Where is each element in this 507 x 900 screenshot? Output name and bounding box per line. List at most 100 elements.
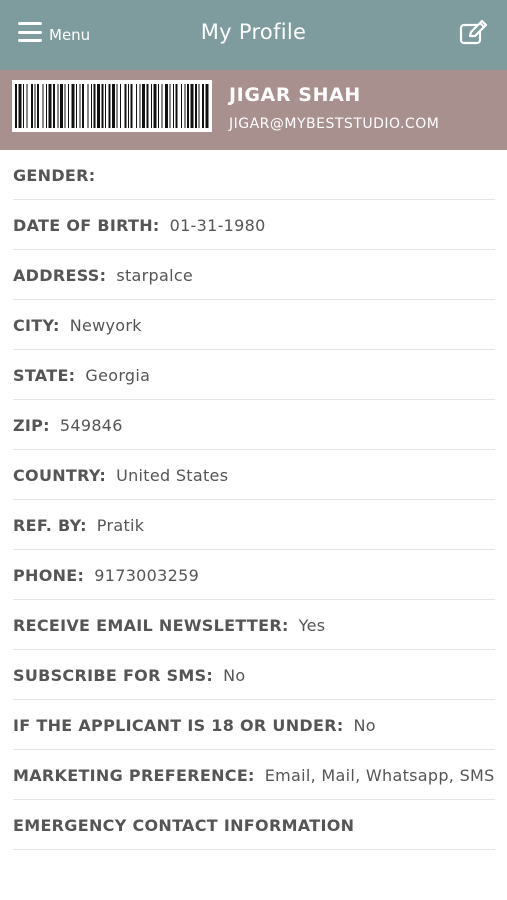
barcode-bar (205, 84, 209, 128)
barcode-bar (34, 84, 36, 128)
field-label: IF THE APPLICANT IS 18 OR UNDER: (13, 716, 344, 735)
field-label: DATE OF BIRTH: (13, 216, 160, 235)
field-label: COUNTRY: (13, 466, 107, 485)
profile-header: JIGAR SHAH JIGAR@MYBESTSTUDIO.COM (0, 70, 507, 150)
field-sms-subscription: SUBSCRIBE FOR SMS: No (13, 650, 495, 700)
field-value: Yes (298, 616, 326, 635)
barcode-bar (158, 84, 159, 128)
field-value: starpalce (116, 266, 194, 285)
field-address: ADDRESS: starpalce (13, 250, 495, 300)
field-label: ZIP: (13, 416, 50, 435)
field-date-of-birth: DATE OF BIRTH: 01-31-1980 (13, 200, 495, 250)
field-value: United States (116, 466, 229, 485)
page-title: My Profile (200, 20, 307, 44)
barcode-bar (26, 84, 28, 128)
barcode-bar (173, 84, 174, 128)
field-label: RECEIVE EMAIL NEWSLETTER: (13, 616, 289, 635)
field-emergency-contact: EMERGENCY CONTACT INFORMATION (13, 800, 495, 850)
barcode-bar (165, 84, 168, 128)
barcode-bar (198, 84, 200, 128)
field-value: Newyork (69, 316, 142, 335)
barcode-bar (93, 84, 96, 128)
profile-fields-list: GENDER: DATE OF BIRTH: 01-31-1980 ADDRESS… (0, 150, 507, 850)
barcode-bar (71, 84, 75, 128)
field-gender: GENDER: (13, 150, 495, 200)
member-barcode (12, 80, 212, 132)
top-app-bar: Menu My Profile (0, 0, 507, 70)
barcode-bar (195, 84, 197, 128)
field-label: REF. BY: (13, 516, 87, 535)
field-marketing-preference: MARKETING PREFERENCE: Email, Mail, Whatsa… (13, 750, 495, 800)
barcode-bar (87, 84, 89, 128)
field-country: COUNTRY: United States (13, 450, 495, 500)
field-value: Email, Mail, Whatsapp, SMS (264, 766, 495, 785)
barcode-bar (161, 84, 163, 128)
field-label: SUBSCRIBE FOR SMS: (13, 666, 214, 685)
barcode-bar (76, 84, 77, 128)
barcode-bar (139, 84, 141, 128)
barcode-bar (108, 84, 111, 128)
barcode-bar (91, 84, 92, 128)
barcode-bar (37, 84, 39, 128)
field-state: STATE: Georgia (13, 350, 495, 400)
barcode-bar (53, 84, 55, 128)
field-label: MARKETING PREFERENCE: (13, 766, 255, 785)
barcode-bar (153, 84, 157, 128)
barcode-bar (142, 84, 145, 128)
field-applicant-minor: IF THE APPLICANT IS 18 OR UNDER: No (13, 700, 495, 750)
profile-name: JIGAR SHAH (229, 84, 361, 106)
barcode-bar (124, 84, 127, 128)
barcode-bar (64, 84, 66, 128)
barcode-bar (42, 84, 44, 128)
barcode-bar (130, 84, 133, 128)
barcode-bar (18, 84, 22, 128)
barcode-bar (169, 84, 171, 128)
field-label: PHONE: (13, 566, 85, 585)
field-value: Georgia (85, 366, 151, 385)
barcode-bar (15, 84, 17, 128)
barcode-bar (105, 84, 106, 128)
barcode-bar (68, 84, 69, 128)
barcode-bar (190, 84, 194, 128)
barcode-bar (97, 84, 100, 128)
field-city: CITY: Newyork (13, 300, 495, 350)
barcode-bar (146, 84, 149, 128)
barcode-bar (48, 84, 52, 128)
field-value: 549846 (59, 416, 123, 435)
barcode-bar (136, 84, 137, 128)
barcode-bar (23, 84, 24, 128)
field-value: No (353, 716, 376, 735)
barcode-bar (46, 84, 47, 128)
field-label: EMERGENCY CONTACT INFORMATION (13, 816, 355, 835)
barcode-bar (175, 84, 178, 128)
barcode-bar (116, 84, 118, 128)
field-phone: PHONE: 9173003259 (13, 550, 495, 600)
field-value: 01-31-1980 (169, 216, 266, 235)
barcode-bar (60, 84, 63, 128)
field-label: ADDRESS: (13, 266, 107, 285)
field-label: CITY: (13, 316, 60, 335)
field-label: GENDER: (13, 166, 96, 185)
field-referred-by: REF. BY: Pratik (13, 500, 495, 550)
field-value: 9173003259 (94, 566, 200, 585)
field-label: STATE: (13, 366, 76, 385)
field-zip: ZIP: 549846 (13, 400, 495, 450)
barcode-bar (31, 84, 33, 128)
barcode-bar (187, 84, 189, 128)
barcode-bar (79, 84, 81, 128)
field-value: No (223, 666, 246, 685)
barcode-bar (101, 84, 104, 128)
profile-email: JIGAR@MYBESTSTUDIO.COM (229, 116, 440, 132)
barcode-bar (151, 84, 152, 128)
edit-icon (459, 19, 488, 45)
barcode-bar (112, 84, 115, 128)
barcode-bar (202, 84, 204, 128)
barcode-bar (57, 84, 59, 128)
barcode-bar (120, 84, 121, 128)
barcode-bar (128, 84, 129, 128)
field-email-newsletter: RECEIVE EMAIL NEWSLETTER: Yes (13, 600, 495, 650)
edit-profile-button[interactable] (459, 19, 489, 46)
field-value: Pratik (96, 516, 145, 535)
barcode-bar (82, 84, 84, 128)
barcode-bar (184, 84, 186, 128)
